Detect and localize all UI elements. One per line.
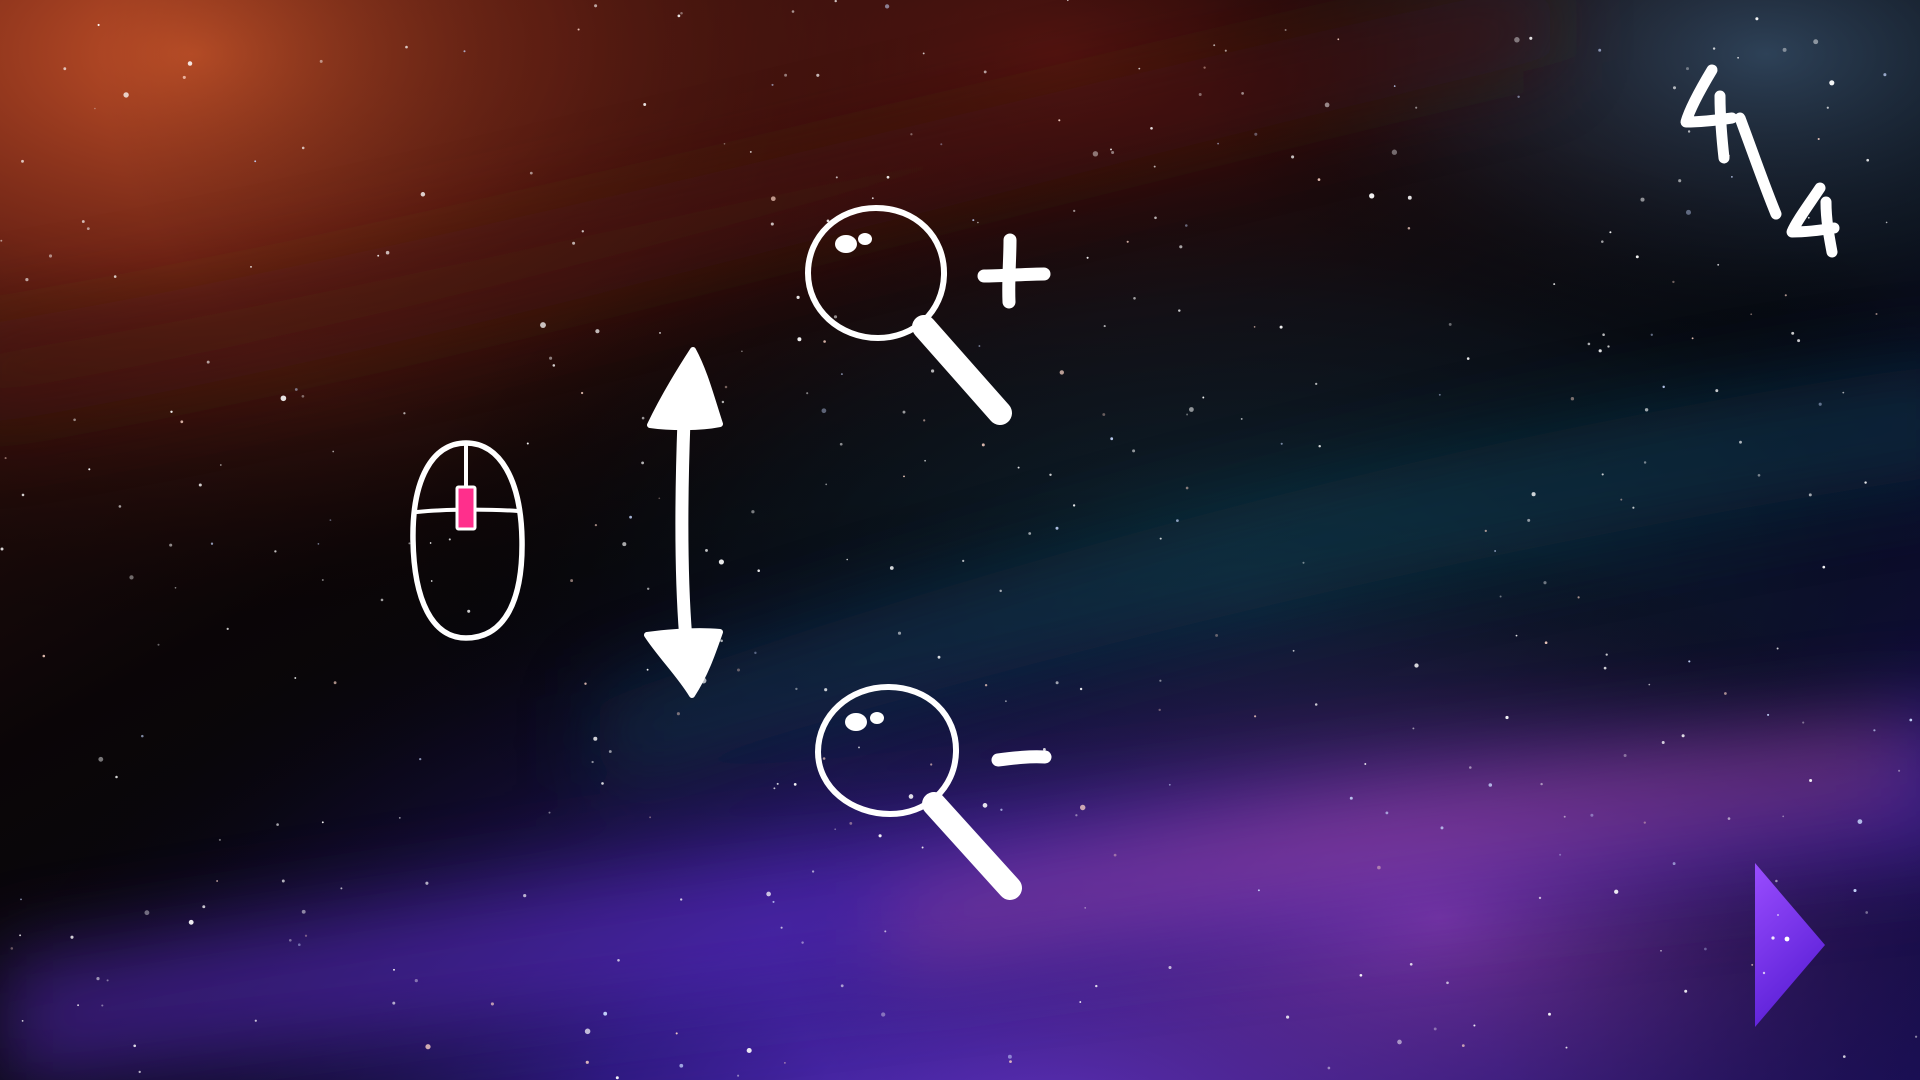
magnifier-zoom-out-icon <box>815 684 1022 900</box>
page-counter-total-digit <box>1786 182 1840 258</box>
scroll-wheel-icon <box>455 485 477 531</box>
tutorial-screen: 4/4 + - <box>0 0 1920 1080</box>
play-triangle-icon <box>1755 863 1825 1027</box>
zoom-in-plus-sign <box>977 233 1051 309</box>
page-counter-current-digit <box>1680 64 1738 164</box>
page-counter <box>1680 64 1840 258</box>
mouse-icon <box>410 440 525 641</box>
zoom-out-minus-sign <box>991 750 1052 767</box>
magnifier-zoom-in-icon <box>805 205 1012 425</box>
zoom-instructions-illustration <box>410 64 1840 900</box>
page-counter-separator <box>1734 112 1782 220</box>
next-button[interactable] <box>1740 855 1840 1035</box>
vertical-double-arrow-icon <box>644 347 723 698</box>
